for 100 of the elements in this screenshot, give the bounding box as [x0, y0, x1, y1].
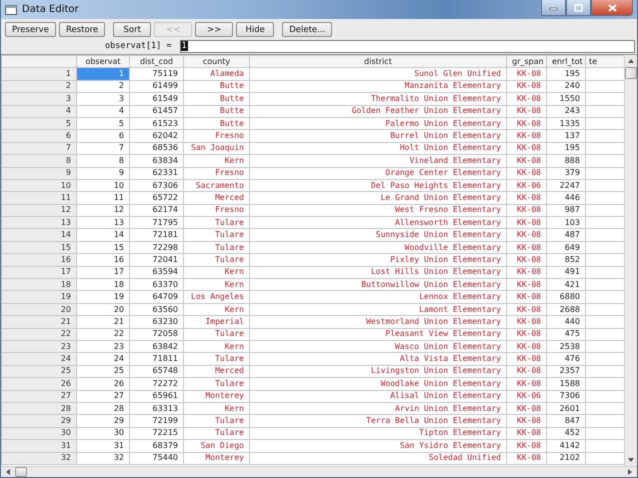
table-cell: 68379 [130, 440, 184, 452]
table-cell: 1335 [546, 117, 586, 130]
table-cell: 852 [546, 254, 586, 266]
table-cell: 12 [76, 204, 130, 217]
table-cell: San Joaquin [184, 142, 250, 155]
row-number[interactable]: 26 [2, 378, 76, 390]
table-cell: 63834 [130, 154, 184, 168]
row-number[interactable]: 30 [2, 427, 76, 440]
row-number[interactable]: 5 [2, 117, 76, 130]
row-number[interactable]: 28 [2, 402, 76, 415]
horizontal-scrollbar[interactable] [1, 466, 637, 477]
column-header[interactable]: te [586, 56, 624, 68]
table-cell: 61499 [130, 80, 184, 93]
table-cell: Lennox Elementary [250, 290, 506, 304]
table-cell: Kern [184, 278, 250, 291]
table-cell: Tipton Elementary [250, 427, 506, 440]
table-cell: KK-08 [506, 228, 546, 242]
table-cell: Sunol Glen Unified [250, 68, 506, 80]
row-number[interactable]: 7 [2, 142, 76, 155]
row-number[interactable]: 6 [2, 130, 76, 142]
scroll-up-icon [627, 58, 635, 64]
column-header[interactable]: enrl_tot [546, 56, 586, 68]
row-number[interactable]: 3 [2, 92, 76, 106]
row-number[interactable]: 22 [2, 328, 76, 340]
table-cell: Lost Hills Union Elementary [250, 266, 506, 279]
row-number[interactable]: 10 [2, 179, 76, 192]
table-cell: 13 [76, 216, 130, 229]
table-cell: Orange Center Elementary [250, 167, 506, 180]
toolbar-button[interactable]: Delete... [282, 22, 332, 37]
row-number[interactable]: 17 [2, 266, 76, 279]
table-cell: 19 [76, 290, 130, 304]
table-cell: Tulare [184, 228, 250, 242]
table-cell: 10 [76, 179, 130, 192]
scroll-left-icon [5, 468, 11, 476]
toolbar-button[interactable]: >> [195, 22, 234, 37]
toolbar-button[interactable]: Sort [113, 22, 152, 37]
table-cell: KK-08 [506, 402, 546, 415]
table-cell: Manzanita Elementary [250, 80, 506, 93]
table-cell: 72215 [130, 427, 184, 440]
table-cell: Tulare [184, 414, 250, 428]
row-number[interactable]: 23 [2, 340, 76, 353]
row-number[interactable]: 27 [2, 390, 76, 402]
column-header[interactable]: gr_span [506, 56, 546, 68]
table-cell: 67306 [130, 179, 184, 192]
row-number[interactable]: 32 [2, 452, 76, 464]
row-number[interactable]: 11 [2, 192, 76, 204]
row-number[interactable]: 18 [2, 278, 76, 291]
table-cell: KK-08 [506, 266, 546, 279]
row-number[interactable]: 25 [2, 365, 76, 378]
table-cell: Monterey [184, 390, 250, 402]
row-number[interactable]: 14 [2, 228, 76, 242]
row-number[interactable]: 2 [2, 80, 76, 93]
table-cell: 72041 [130, 254, 184, 266]
table-cell: 21 [76, 316, 130, 328]
cell-value-field[interactable]: 1 [180, 40, 635, 52]
table-cell: 847 [546, 414, 586, 428]
table-cell: 2538 [546, 340, 586, 353]
table-cell: 64709 [130, 290, 184, 304]
table-cell: Fresno [184, 167, 250, 180]
row-number[interactable]: 13 [2, 216, 76, 229]
row-number[interactable]: 8 [2, 154, 76, 168]
table-cell: 72298 [130, 241, 184, 254]
maximize-button[interactable] [566, 0, 591, 16]
row-number[interactable]: 9 [2, 167, 76, 180]
table-cell: 6880 [546, 290, 586, 304]
table-cell: KK-08 [506, 316, 546, 328]
row-number[interactable]: 31 [2, 440, 76, 452]
row-number[interactable]: 20 [2, 303, 76, 316]
table-cell: 7 [76, 142, 130, 155]
row-number[interactable]: 29 [2, 414, 76, 428]
column-header[interactable]: county [184, 56, 250, 68]
table-cell: 71811 [130, 352, 184, 366]
column-header[interactable]: observat [76, 56, 130, 68]
table-cell: 75119 [130, 68, 184, 80]
row-number[interactable]: 4 [2, 105, 76, 118]
row-number[interactable]: 16 [2, 254, 76, 266]
table-cell: 195 [546, 68, 586, 80]
table-cell: KK-08 [506, 254, 546, 266]
scroll-thumb[interactable] [15, 467, 27, 477]
table-cell: KK-08 [506, 303, 546, 316]
vertical-scrollbar[interactable] [624, 55, 637, 466]
row-number[interactable]: 1 [2, 68, 76, 80]
column-header[interactable]: dist_cod [130, 56, 184, 68]
row-number[interactable]: 24 [2, 352, 76, 366]
toolbar-button[interactable]: Restore [58, 22, 106, 37]
toolbar-button[interactable]: Preserve [5, 22, 56, 37]
close-button[interactable] [591, 0, 633, 16]
row-number[interactable]: 21 [2, 316, 76, 328]
minimize-button[interactable] [541, 0, 566, 16]
table-cell: 5 [76, 117, 130, 130]
table-cell: Alisal Union Elementary [250, 390, 506, 402]
toolbar-button[interactable]: Hide [236, 22, 274, 37]
table-cell: KK-08 [506, 290, 546, 304]
scroll-thumb[interactable] [625, 67, 637, 79]
row-number[interactable]: 12 [2, 204, 76, 217]
table-cell: 72181 [130, 228, 184, 242]
row-number[interactable]: 15 [2, 241, 76, 254]
column-header[interactable]: district [250, 56, 506, 68]
row-number[interactable]: 19 [2, 290, 76, 304]
table-cell: 63842 [130, 340, 184, 353]
